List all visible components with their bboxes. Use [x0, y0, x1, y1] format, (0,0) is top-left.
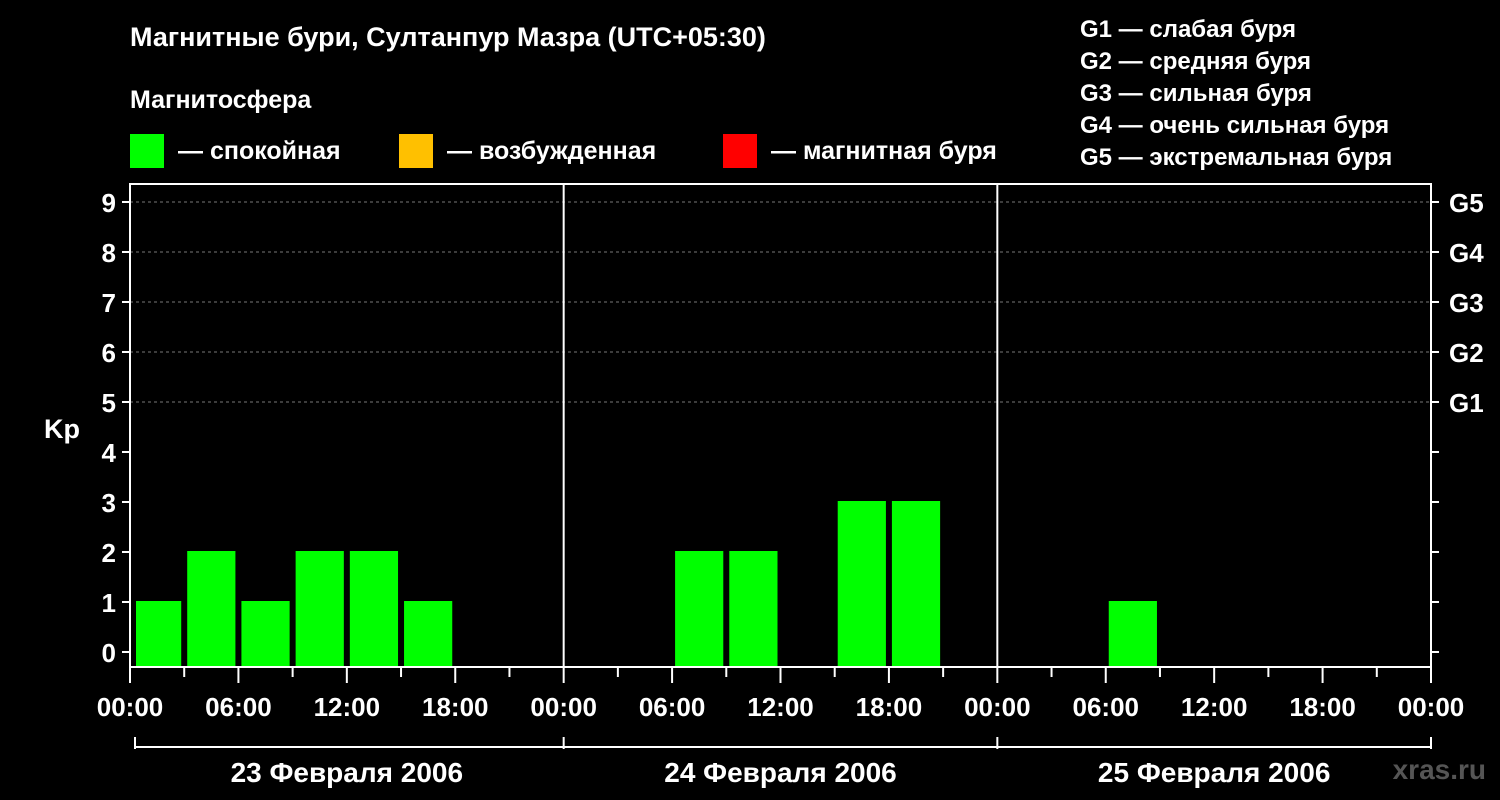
y-tick-label: 8	[102, 238, 116, 268]
x-tick-label: 00:00	[97, 692, 164, 722]
watermark: xras.ru	[1392, 754, 1486, 785]
y-tick-label: 0	[102, 638, 116, 668]
day-label-1: 24 Февраля 2006	[664, 757, 896, 788]
right-axis-label-g1: G1	[1449, 388, 1484, 418]
x-tick-label: 12:00	[1181, 692, 1248, 722]
y-tick-label: 9	[102, 188, 116, 218]
x-tick-label: 06:00	[1073, 692, 1140, 722]
bars-layer	[136, 501, 1157, 666]
x-tick-label: 12:00	[747, 692, 814, 722]
right-axis-label-g3: G3	[1449, 288, 1484, 318]
kp-bar-8	[837, 501, 886, 666]
y-tick-label: 7	[102, 288, 116, 318]
kp-bar-0	[136, 601, 182, 666]
x-tick-label: 00:00	[964, 692, 1031, 722]
x-tick-label: 18:00	[1289, 692, 1356, 722]
x-tick-label: 00:00	[1398, 692, 1465, 722]
kp-bar-10	[1108, 601, 1157, 666]
kp-bar-6	[675, 551, 724, 666]
y-tick-label: 6	[102, 338, 116, 368]
kp-bar-2	[241, 601, 290, 666]
y-tick-label: 4	[102, 438, 117, 468]
kp-bar-5	[404, 601, 453, 666]
kp-bar-3	[295, 551, 344, 666]
y-tick-label: 3	[102, 488, 116, 518]
x-tick-label: 18:00	[422, 692, 489, 722]
x-tick-label: 00:00	[530, 692, 597, 722]
day-label-0: 23 Февраля 2006	[231, 757, 463, 788]
x-tick-label: 12:00	[314, 692, 381, 722]
kp-bar-1	[187, 551, 236, 666]
x-tick-label: 18:00	[856, 692, 923, 722]
right-axis-label-g5: G5	[1449, 188, 1484, 218]
labels-layer: 0 1 2 3 4 5 6 7 8 9 G1 G2 G3 G4 G5 Kp 00:00 06:00 12:00 18:…	[44, 188, 1484, 788]
kp-chart: 0 1 2 3 4 5 6 7 8 9 G1 G2 G3 G4 G5 Kp 00:00 06:00 12:00 18:…	[44, 183, 1484, 788]
y-tick-label: 5	[102, 388, 116, 418]
right-axis-label-g4: G4	[1449, 238, 1484, 268]
kp-bar-7	[729, 551, 778, 666]
right-axis-label-g2: G2	[1449, 338, 1484, 368]
x-tick-label: 06:00	[205, 692, 272, 722]
grid-layer	[130, 201, 1431, 403]
kp-bar-9	[891, 501, 941, 666]
kp-bar-4	[349, 551, 399, 666]
y-axis-label: Kp	[44, 414, 80, 444]
y-tick-label: 2	[102, 538, 116, 568]
x-tick-label: 06:00	[639, 692, 706, 722]
day-label-2: 25 Февраля 2006	[1098, 757, 1330, 788]
y-tick-label: 1	[102, 588, 116, 618]
